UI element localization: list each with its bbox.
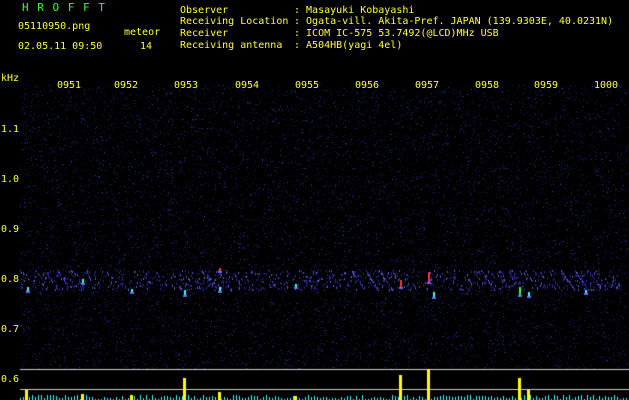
file-name: 05110950.png [18,21,91,32]
meteor-label: meteor [124,27,161,38]
y-tick-label: 1.0 [1,174,20,185]
x-tick-label: 0958 [475,80,500,91]
antenna-label: Receiving antenna [180,40,283,51]
y-tick-label: 0.8 [1,274,20,285]
station-name: H R O F F T [22,1,106,14]
antenna-value: : A504HB(yagi 4el) [294,40,403,51]
y-axis-unit: kHz [1,73,20,84]
x-tick-label: 0951 [57,80,82,91]
x-tick-label: 0957 [415,80,440,91]
y-tick-label: 1.1 [1,124,20,135]
x-tick-label: 0953 [174,80,199,91]
receiver-label: Receiver [180,28,229,39]
x-tick-label: 0955 [295,80,320,91]
x-tick-label: 0954 [235,80,260,91]
x-tick-label: 0959 [534,80,559,91]
x-tick-label: 1000 [594,80,619,91]
x-tick-label: 0952 [114,80,139,91]
location-value: : Ogata-vill. Akita-Pref. JAPAN (139.930… [294,16,614,27]
observer-value: : Masayuki Kobayashi [294,5,415,16]
location-label: Receiving Location [180,16,289,27]
observation-datetime: 02.05.11 09:50 [18,41,103,52]
receiver-value: : ICOM IC-575 53.7492(@LCD)MHz USB [294,28,499,39]
y-tick-label: 0.7 [1,324,20,335]
y-tick-label: 0.9 [1,224,20,235]
meteor-count: 14 [140,41,153,52]
x-tick-label: 0956 [355,80,380,91]
spectrogram-plot [0,0,629,400]
observer-label: Observer [180,5,229,16]
y-tick-label: 0.6 [1,374,20,385]
